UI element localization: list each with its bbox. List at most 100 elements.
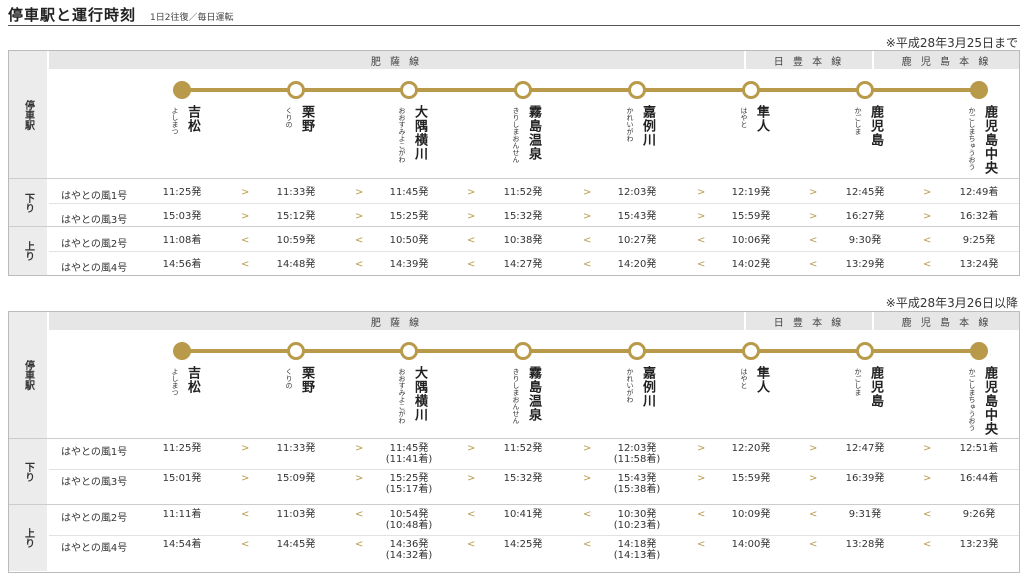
station-node-icon bbox=[856, 342, 874, 360]
arrow-left-icon: < bbox=[241, 234, 250, 246]
time-cell: 15:59発 bbox=[715, 211, 787, 222]
time-cell: 15:32発 bbox=[487, 473, 559, 484]
arrow-left-icon: < bbox=[809, 509, 818, 520]
departure-time: 11:33発 bbox=[276, 443, 316, 454]
time-cell: 12:47発 bbox=[829, 443, 901, 454]
time-cell: 14:48発 bbox=[260, 259, 332, 270]
station-node-icon bbox=[628, 342, 646, 360]
side-label-up: 上り bbox=[9, 227, 47, 275]
arrow-left-icon: < bbox=[583, 258, 592, 270]
departure-time: 14:27発 bbox=[503, 258, 543, 270]
departure-time: 15:32発 bbox=[503, 210, 543, 222]
station-node-icon bbox=[514, 342, 532, 360]
departure-time: 10:41発 bbox=[503, 509, 543, 520]
arrow-left-icon: < bbox=[583, 509, 592, 520]
departure-time: 12:03発 bbox=[617, 186, 657, 198]
time-cell: 11:45発 (11:41着) bbox=[373, 443, 445, 465]
departure-time: 10:50発 bbox=[389, 234, 429, 246]
arrow-right-icon: > bbox=[583, 186, 592, 198]
arrow-right-icon: > bbox=[583, 443, 592, 454]
timetable-row: はやとの風2号 11:08着 <10:59発 <10:50発 <10:38発 <10:27… bbox=[49, 228, 1019, 252]
time-cell: 14:18発 (14:13着) bbox=[601, 539, 673, 561]
station-label: 鹿児島中央 かごしまちゅうおう bbox=[967, 105, 999, 175]
time-cell: 16:27発 bbox=[829, 211, 901, 222]
station-reading: よしまつ bbox=[171, 107, 179, 135]
time-cell: 14:02発 bbox=[715, 259, 787, 270]
station-label: 嘉例川 かれいがわ bbox=[625, 366, 657, 408]
station-reading: かごしまちゅうおう bbox=[968, 107, 976, 170]
time-cell: 15:01発 bbox=[146, 473, 218, 484]
departure-time: 12:03発 bbox=[617, 443, 657, 454]
station-label: 鹿児島 かごしま bbox=[853, 366, 885, 408]
departure-time: 14:39発 bbox=[389, 258, 429, 270]
arrow-left-icon: < bbox=[923, 509, 932, 520]
time-cell: 12:45発 bbox=[829, 187, 901, 198]
direction-group-up: 上り はやとの風2号 11:11着 <11:03発 <10:54発 (10:48着) <10… bbox=[9, 505, 1019, 571]
time-cell: 11:03発 bbox=[260, 509, 332, 520]
line-label-kagoshima: 鹿 児 島 本 線 bbox=[874, 51, 1019, 69]
arrow-left-icon: < bbox=[583, 539, 592, 550]
station-label: 嘉例川 かれいがわ bbox=[625, 105, 657, 147]
departure-time: 13:24発 bbox=[959, 258, 999, 270]
train-name: はやとの風3号 bbox=[61, 477, 128, 488]
arrival-time: (11:41着) bbox=[385, 454, 433, 465]
time-cell: 15:12発 bbox=[260, 211, 332, 222]
arrow-right-icon: > bbox=[355, 210, 364, 222]
departure-time: 14:36発 bbox=[389, 539, 429, 550]
station-node-icon bbox=[742, 342, 760, 360]
departure-time: 14:02発 bbox=[731, 258, 771, 270]
station-name: 栗野 bbox=[299, 366, 314, 394]
time-cell: 12:20発 bbox=[715, 443, 787, 454]
station-reading: くりの bbox=[285, 107, 293, 128]
time-cell: 13:24発 bbox=[943, 259, 1015, 270]
station-reading: かごしまちゅうおう bbox=[968, 368, 976, 431]
departure-time: 15:25発 bbox=[389, 473, 429, 484]
time-cell: 14:00発 bbox=[715, 539, 787, 550]
departure-time: 14:45発 bbox=[276, 539, 316, 550]
time-cell: 14:39発 bbox=[373, 259, 445, 270]
time-cell: 12:51着 bbox=[943, 443, 1015, 454]
departure-time: 15:12発 bbox=[276, 210, 316, 222]
station-header: 停車駅 肥 薩 線日 豊 本 線鹿 児 島 本 線吉松 よしまつ 栗野 くりの 大隅横川お… bbox=[9, 51, 1019, 179]
arrow-left-icon: < bbox=[241, 539, 250, 550]
station-label: 隼人 はやと bbox=[739, 105, 771, 133]
train-name: はやとの風4号 bbox=[61, 262, 128, 274]
station-node-icon bbox=[287, 81, 305, 99]
time-cell: 15:25発 (15:17着) bbox=[373, 473, 445, 495]
page-title: 停車駅と運行時刻 bbox=[8, 6, 137, 24]
time-cell: 11:52発 bbox=[487, 443, 559, 454]
departure-time: 16:44着 bbox=[959, 473, 999, 484]
arrow-left-icon: < bbox=[809, 539, 818, 550]
timetable-row: はやとの風1号 11:25発 >11:33発 >11:45発 (11:41着) >11:5… bbox=[49, 440, 1019, 470]
side-label-text: 上り bbox=[22, 528, 34, 548]
time-cell: 14:54着 bbox=[146, 539, 218, 550]
time-cell: 12:19発 bbox=[715, 187, 787, 198]
arrow-right-icon: > bbox=[467, 210, 476, 222]
arrow-right-icon: > bbox=[583, 210, 592, 222]
departure-time: 10:06発 bbox=[731, 234, 771, 246]
departure-time: 16:32着 bbox=[959, 210, 999, 222]
station-name: 隼人 bbox=[754, 366, 769, 394]
departure-time: 11:52発 bbox=[503, 186, 543, 198]
arrow-left-icon: < bbox=[467, 234, 476, 246]
time-cell: 14:25発 bbox=[487, 539, 559, 550]
timetable: 停車駅 肥 薩 線日 豊 本 線鹿 児 島 本 線吉松 よしまつ 栗野 くりの 大隅横川お… bbox=[8, 311, 1020, 573]
departure-time: 12:45発 bbox=[845, 186, 885, 198]
timetable-row: はやとの風3号 15:03発 >15:12発 >15:25発 >15:32発 >15:43… bbox=[49, 204, 1019, 228]
line-label-nippo: 日 豊 本 線 bbox=[746, 312, 872, 330]
arrow-right-icon: > bbox=[355, 473, 364, 484]
side-label-text: 停車駅 bbox=[22, 360, 34, 390]
arrow-right-icon: > bbox=[697, 473, 706, 484]
side-label-down: 下り bbox=[9, 439, 47, 504]
arrow-left-icon: < bbox=[355, 539, 364, 550]
departure-time: 12:49着 bbox=[959, 186, 999, 198]
arrival-time: (15:17着) bbox=[385, 484, 433, 495]
station-label: 吉松 よしまつ bbox=[170, 105, 202, 135]
departure-time: 15:59発 bbox=[731, 210, 771, 222]
departure-time: 15:03発 bbox=[162, 210, 202, 222]
time-cell: 10:27発 bbox=[601, 235, 673, 246]
time-cell: 16:39発 bbox=[829, 473, 901, 484]
arrow-left-icon: < bbox=[583, 234, 592, 246]
arrow-left-icon: < bbox=[697, 509, 706, 520]
side-label-text: 下り bbox=[22, 192, 34, 213]
